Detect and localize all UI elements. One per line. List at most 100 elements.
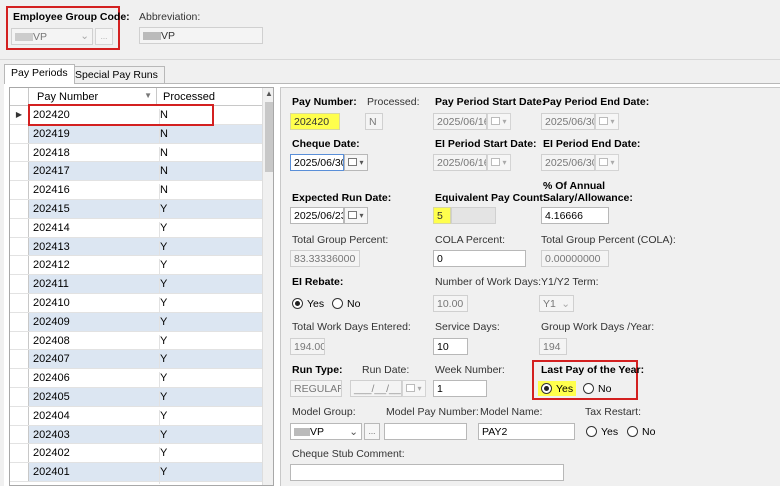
processed-field[interactable]: N bbox=[365, 113, 383, 130]
calendar-icon bbox=[491, 158, 501, 166]
table-row[interactable]: 202407 Y bbox=[10, 350, 262, 372]
run-date-calendar-button[interactable]: ▾ bbox=[402, 380, 426, 397]
last-pay-no-radio[interactable] bbox=[583, 383, 594, 394]
pp-end-calendar-button[interactable]: ▾ bbox=[595, 113, 619, 130]
run-date-field[interactable]: ___/__/__ bbox=[350, 380, 402, 397]
cola-pct-field[interactable]: 0 bbox=[433, 250, 526, 267]
equiv-pay-field[interactable]: 5 bbox=[433, 207, 451, 224]
row-selector[interactable] bbox=[10, 124, 29, 143]
row-selector[interactable] bbox=[10, 369, 29, 387]
scroll-up-icon[interactable]: ▲ bbox=[265, 89, 273, 98]
calendar-icon bbox=[599, 158, 609, 166]
row-selector[interactable] bbox=[10, 256, 29, 275]
week-number-field[interactable]: 1 bbox=[433, 380, 487, 397]
cheque-stub-field[interactable] bbox=[290, 464, 564, 481]
abbreviation-field[interactable]: VP bbox=[139, 27, 263, 44]
row-selector[interactable] bbox=[10, 331, 29, 350]
table-row[interactable]: 202411 Y bbox=[10, 275, 262, 296]
total-group-cola-field[interactable]: 0.00000000 bbox=[541, 250, 609, 267]
table-row[interactable]: 202402 Y bbox=[10, 444, 262, 466]
calendar-icon bbox=[599, 117, 609, 125]
row-selector[interactable] bbox=[10, 406, 29, 425]
ei-rebate-yes-radio[interactable] bbox=[292, 298, 303, 309]
row-selector[interactable] bbox=[10, 218, 29, 237]
cell-pay-number: 202418 bbox=[33, 146, 70, 159]
cell-pay-number: 202402 bbox=[33, 447, 70, 460]
tab-pay-periods[interactable]: Pay Periods bbox=[4, 64, 75, 84]
run-type-field[interactable]: REGULAR bbox=[290, 380, 342, 397]
row-selector[interactable] bbox=[10, 275, 29, 293]
row-selector[interactable] bbox=[10, 350, 29, 369]
expected-run-field[interactable]: 2025/06/23 bbox=[290, 207, 344, 224]
cell-pay-number: 202401 bbox=[33, 466, 70, 479]
row-selector[interactable] bbox=[10, 237, 29, 256]
row-selector[interactable] bbox=[10, 388, 29, 406]
model-pay-field[interactable] bbox=[384, 423, 467, 440]
scrollbar-thumb[interactable] bbox=[265, 102, 273, 172]
pay-number-field[interactable]: 202420 bbox=[290, 113, 340, 130]
group-code-label: Employee Group Code: bbox=[13, 11, 130, 23]
row-selector[interactable] bbox=[10, 143, 29, 162]
table-row[interactable]: 202403 Y bbox=[10, 425, 262, 447]
row-selector[interactable] bbox=[10, 463, 29, 481]
total-group-pct-field[interactable]: 83.33336000 bbox=[290, 250, 360, 267]
group-code-lookup-button[interactable]: ... bbox=[95, 28, 113, 45]
table-row[interactable]: 202405 Y bbox=[10, 388, 262, 409]
cheque-date-calendar-button[interactable]: ▾ bbox=[344, 154, 368, 171]
model-group-lookup-button[interactable]: ... bbox=[364, 423, 380, 440]
work-days-field[interactable]: 10.00 bbox=[433, 295, 468, 312]
table-row[interactable]: 202410 Y bbox=[10, 294, 262, 315]
tax-restart-yes-radio[interactable] bbox=[586, 426, 597, 437]
model-name-field[interactable]: PAY2 bbox=[478, 423, 575, 440]
row-selector[interactable] bbox=[10, 181, 29, 199]
table-row[interactable]: 202404 Y bbox=[10, 406, 262, 428]
row-selector[interactable] bbox=[10, 312, 29, 331]
row-selector[interactable] bbox=[10, 444, 29, 463]
ei-start-calendar-button[interactable]: ▾ bbox=[487, 154, 511, 171]
row-selector[interactable] bbox=[10, 162, 29, 181]
run-type-label: Run Type: bbox=[292, 364, 343, 376]
cheque-date-field[interactable]: 2025/06/30 bbox=[290, 154, 344, 171]
last-pay-label: Last Pay of the Year: bbox=[541, 364, 645, 376]
expected-run-calendar-button[interactable]: ▾ bbox=[344, 207, 368, 224]
pct-annual-field[interactable]: 4.16666 bbox=[541, 207, 609, 224]
table-row[interactable]: 202419 N bbox=[10, 124, 262, 146]
table-row[interactable]: 202413 Y bbox=[10, 237, 262, 259]
ei-end-field[interactable]: 2025/06/30 bbox=[541, 154, 595, 171]
row-selector[interactable] bbox=[10, 200, 29, 218]
row-selector[interactable] bbox=[10, 425, 29, 444]
pp-start-calendar-button[interactable]: ▾ bbox=[487, 113, 511, 130]
group-code-select[interactable]: VP ⌄ bbox=[11, 28, 93, 45]
table-row[interactable]: 202406 Y bbox=[10, 369, 262, 390]
table-row[interactable]: 202412 Y bbox=[10, 256, 262, 278]
cell-pay-number: 202416 bbox=[33, 184, 70, 197]
table-row[interactable]: 202409 Y bbox=[10, 312, 262, 334]
ei-rebate-no-radio[interactable] bbox=[332, 298, 343, 309]
tab-special-pay-runs[interactable]: Special Pay Runs bbox=[68, 66, 165, 83]
table-row[interactable]: 202416 N bbox=[10, 181, 262, 202]
table-row[interactable]: 202415 Y bbox=[10, 200, 262, 221]
table-row[interactable]: 202408 Y bbox=[10, 331, 262, 353]
table-row[interactable]: 202414 Y bbox=[10, 218, 262, 240]
table-row[interactable]: 202418 N bbox=[10, 143, 262, 165]
model-group-select[interactable]: VP ⌄ bbox=[290, 423, 362, 440]
ei-start-field[interactable]: 2025/06/16 bbox=[433, 154, 487, 171]
y1y2-select[interactable]: Y1 ⌄ bbox=[539, 295, 574, 312]
pay-number-label: Pay Number: bbox=[292, 96, 357, 108]
ei-rebate-label: EI Rebate: bbox=[292, 276, 344, 288]
service-days-field[interactable]: 10 bbox=[433, 338, 468, 355]
calendar-icon bbox=[406, 384, 416, 392]
last-pay-yes-radio[interactable] bbox=[541, 383, 552, 394]
cell-pay-number: 202410 bbox=[33, 297, 70, 309]
group-work-days-field[interactable]: 194 bbox=[539, 338, 567, 355]
grid-scrollbar[interactable]: ▲ bbox=[262, 88, 273, 485]
table-row[interactable]: 202417 N bbox=[10, 162, 262, 184]
current-row-arrow-icon[interactable]: ▶ bbox=[10, 106, 29, 124]
row-selector[interactable] bbox=[10, 294, 29, 312]
table-row[interactable]: 202401 Y bbox=[10, 463, 262, 484]
pp-end-field[interactable]: 2025/06/30 bbox=[541, 113, 595, 130]
tax-restart-no-radio[interactable] bbox=[627, 426, 638, 437]
total-work-days-field[interactable]: 194.00 bbox=[290, 338, 325, 355]
pp-start-field[interactable]: 2025/06/16 bbox=[433, 113, 487, 130]
ei-end-calendar-button[interactable]: ▾ bbox=[595, 154, 619, 171]
